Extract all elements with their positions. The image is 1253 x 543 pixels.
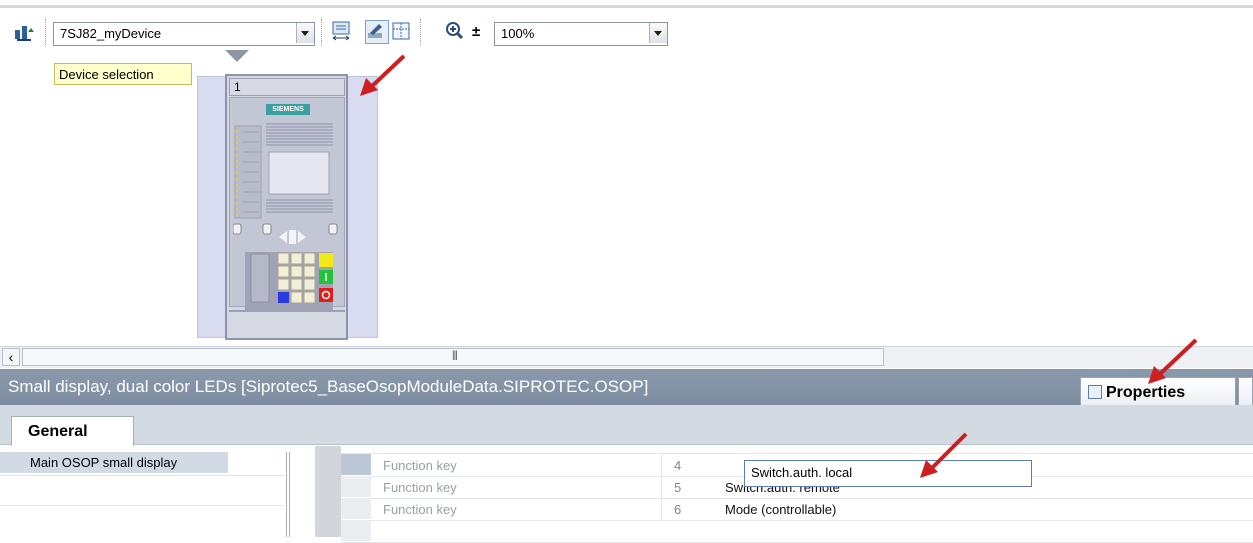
row-type: Function key [383, 480, 457, 495]
row-number: 4 [674, 458, 682, 473]
window-top-border [0, 0, 1253, 8]
table-gutter [315, 446, 341, 537]
nav-item-main-osop-small-display[interactable]: Main OSOP small display [0, 452, 228, 473]
row-selector[interactable] [341, 498, 371, 519]
device-front-graphic [232, 122, 339, 310]
scroll-left-icon[interactable]: ‹ [2, 348, 20, 366]
function-edit-value[interactable]: Switch.auth. local [751, 465, 852, 480]
tab-properties-label: Properties [1106, 384, 1186, 401]
slot-number: 1 [229, 78, 345, 96]
row-number: 6 [674, 502, 682, 517]
device-selection-combo[interactable]: 7SJ82_myDevice [53, 22, 315, 46]
row-selector[interactable] [341, 454, 371, 475]
row-function[interactable]: Mode (controllable) [725, 502, 836, 517]
row-type: Function key [383, 502, 457, 517]
device-selection-value: 7SJ82_myDevice [60, 26, 162, 41]
device-rail-left [197, 76, 227, 338]
inspector-tab-strip [0, 405, 1253, 445]
device-selector-marker-icon[interactable] [225, 50, 249, 62]
scrollbar-grip-icon: ||| [452, 350, 458, 361]
device-brand-label: SIEMENS [266, 104, 310, 115]
nav-divider [0, 475, 285, 476]
column-separator [661, 476, 662, 498]
device-bottom-slot [229, 310, 345, 338]
chevron-down-icon[interactable] [649, 23, 667, 43]
fit-width-icon[interactable] [330, 20, 352, 42]
row-selector[interactable] [341, 520, 371, 541]
nav-divider [0, 505, 285, 506]
table-row[interactable]: Function key 6 Mode (controllable) [341, 498, 1253, 521]
zoom-level-value: 100% [501, 26, 535, 41]
chevron-down-icon[interactable] [296, 23, 314, 43]
grid-view-icon[interactable] [390, 20, 412, 42]
zoom-icon[interactable] [444, 20, 466, 42]
zoom-plus-minus-icon[interactable]: ± [472, 24, 486, 40]
properties-icon [1088, 385, 1102, 399]
device-rail-right [346, 76, 378, 338]
device-selection-tooltip: Device selection [54, 63, 192, 85]
show-labels-icon[interactable] [365, 20, 389, 44]
table-row-partial [341, 446, 1253, 454]
column-separator [661, 498, 662, 520]
nav-splitter[interactable] [286, 452, 290, 537]
toolbar-separator [420, 19, 422, 45]
table-row[interactable] [341, 520, 1253, 543]
row-type: Function key [383, 458, 457, 473]
tab-general[interactable]: General [11, 416, 134, 446]
row-number: 5 [674, 480, 682, 495]
column-separator [661, 454, 662, 476]
toolbar-separator [45, 19, 47, 45]
inspector-title: Small display, dual color LEDs [Siprotec… [8, 377, 649, 396]
zoom-level-combo[interactable]: 100% [494, 22, 668, 46]
row-selector[interactable] [341, 476, 371, 497]
network-view-icon[interactable] [14, 23, 36, 43]
toolbar-separator [321, 19, 323, 45]
